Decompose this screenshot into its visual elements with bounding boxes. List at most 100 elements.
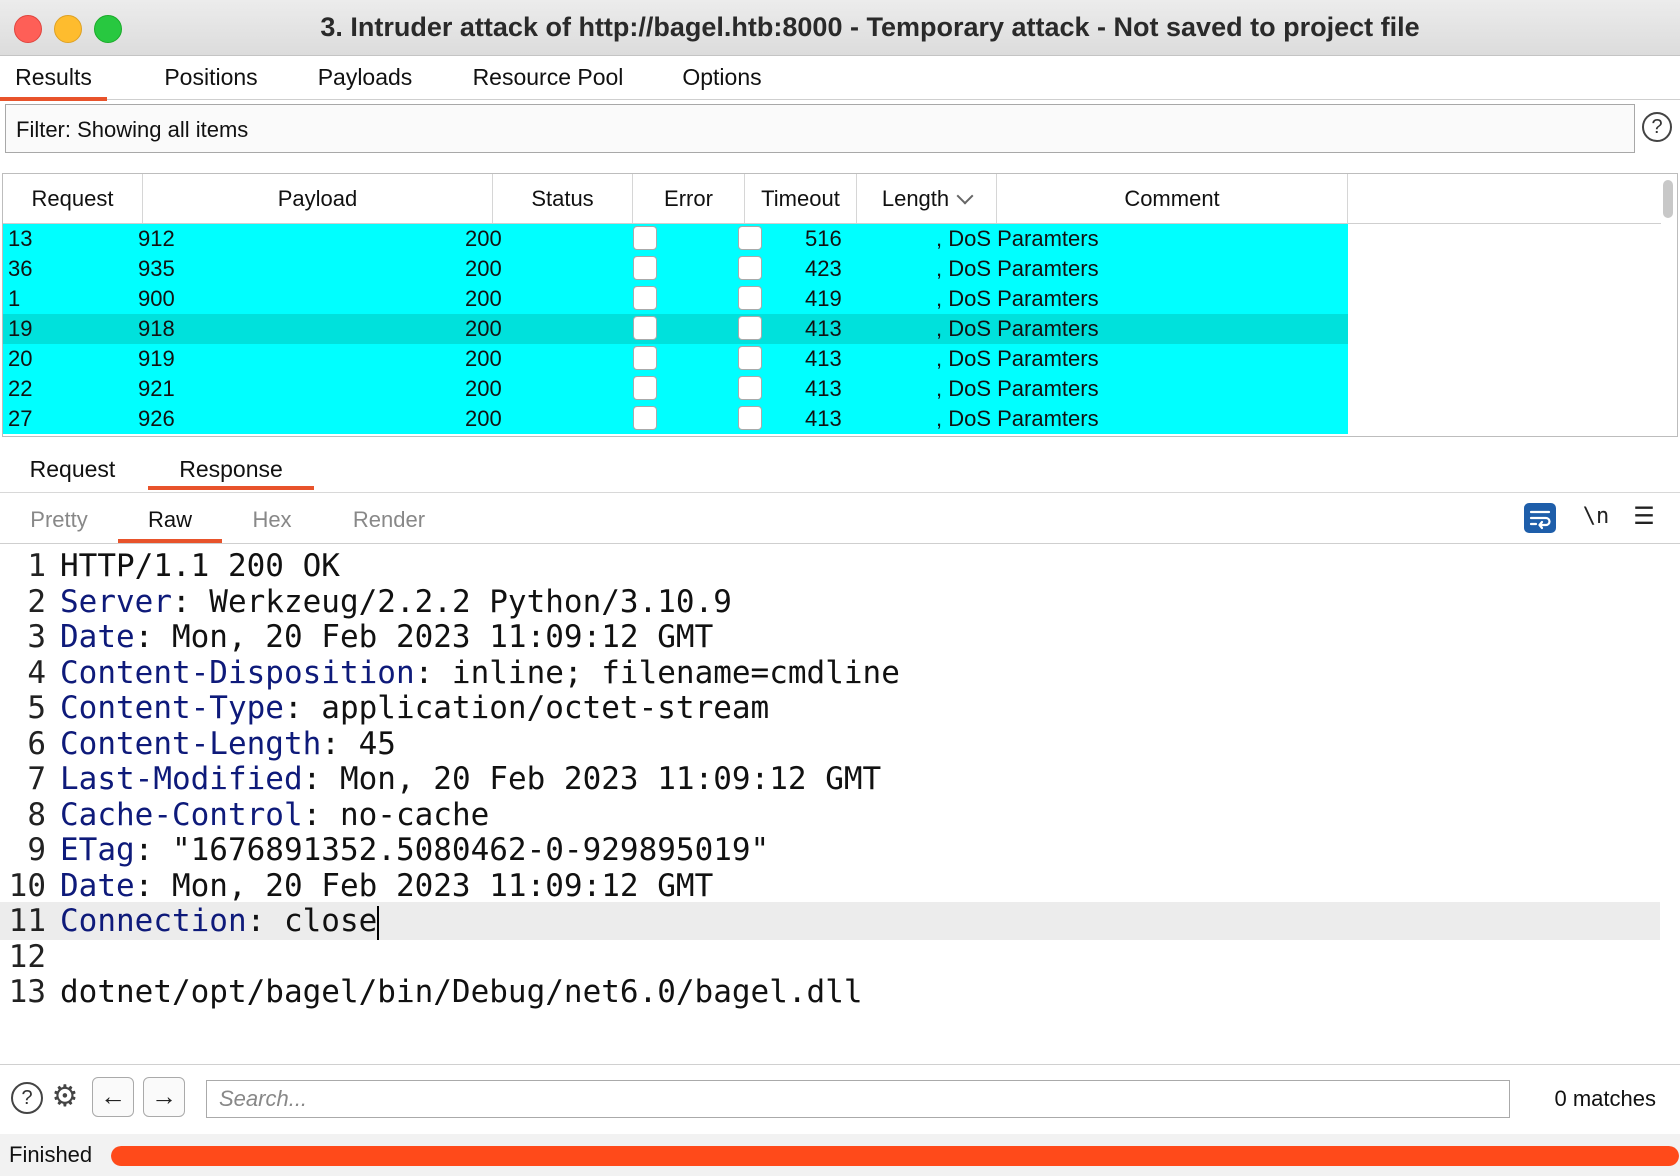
newline-toggle-button[interactable]: \n: [1580, 500, 1612, 534]
cell-status: 200: [465, 256, 502, 281]
code-line: 5 Content-Type: application/octet-stream: [0, 689, 1660, 727]
column-length[interactable]: Length: [857, 174, 997, 223]
line-number: 13: [8, 974, 46, 1010]
error-checkbox[interactable]: [633, 256, 657, 280]
progress-fill: [111, 1146, 1679, 1166]
arrow-left-icon[interactable]: ←: [92, 1077, 134, 1117]
tab-hex[interactable]: Hex: [222, 495, 322, 539]
cell-comment: , DoS Paramters: [936, 316, 1099, 341]
view-mode-tabs: Pretty Raw Hex Render: [0, 495, 1680, 544]
filter-bar[interactable]: Filter: Showing all items: [5, 104, 1635, 153]
tab-resource-pool[interactable]: Resource Pool: [464, 56, 632, 97]
header-value: : Mon, 20 Feb 2023 11:09:12 GMT: [134, 867, 714, 904]
header-name: Connection: [60, 903, 247, 939]
line-number: 6: [27, 725, 46, 762]
header-value: : close: [246, 903, 378, 939]
line-content: ETag: "1676891352.5080462-0-929895019": [60, 831, 769, 869]
error-checkbox[interactable]: [633, 376, 657, 400]
column-timeout[interactable]: Timeout: [745, 174, 857, 223]
table-row[interactable]: 19 918 200 413 , DoS Paramters: [3, 314, 1348, 344]
line-content: HTTP/1.1 200 OK: [60, 547, 340, 585]
code-line: 3 Date: Mon, 20 Feb 2023 11:09:12 GMT: [0, 618, 1660, 656]
cell-status: 200: [465, 226, 502, 251]
title-bar: 3. Intruder attack of http://bagel.htb:8…: [0, 0, 1680, 56]
timeout-checkbox[interactable]: [738, 286, 762, 310]
tab-options[interactable]: Options: [668, 56, 776, 97]
column-request[interactable]: Request: [3, 174, 143, 223]
error-checkbox[interactable]: [633, 226, 657, 250]
intruder-attack-window: 3. Intruder attack of http://bagel.htb:8…: [0, 0, 1680, 1176]
table-row[interactable]: 36 935 200 423 , DoS Paramters: [3, 254, 1348, 284]
line-number: 3: [27, 619, 46, 655]
table-row[interactable]: 20 919 200 413 , DoS Paramters: [3, 344, 1348, 374]
column-status[interactable]: Status: [493, 174, 633, 223]
error-checkbox[interactable]: [633, 406, 657, 430]
table-row[interactable]: 1 900 200 419 , DoS Paramters: [3, 284, 1348, 314]
tab-response[interactable]: Response: [148, 446, 314, 490]
code-line: 8 Cache-Control: no-cache: [0, 796, 1660, 834]
code-line: 1 HTTP/1.1 200 OK: [0, 547, 1660, 585]
timeout-checkbox[interactable]: [738, 346, 762, 370]
column-payload[interactable]: Payload: [143, 174, 493, 223]
timeout-checkbox[interactable]: [738, 406, 762, 430]
tab-positions[interactable]: Positions: [150, 56, 272, 97]
error-checkbox[interactable]: [633, 286, 657, 310]
timeout-checkbox[interactable]: [738, 316, 762, 340]
table-row[interactable]: 13 912 200 516 , DoS Paramters: [3, 224, 1348, 254]
line-content: Cache-Control: no-cache: [60, 796, 489, 834]
results-table: Request Payload Status Error Timeout Len…: [2, 173, 1678, 437]
cell-request: 20: [8, 346, 33, 371]
column-comment[interactable]: Comment: [997, 174, 1348, 223]
status-label: Finished: [9, 1142, 93, 1167]
timeout-checkbox[interactable]: [738, 376, 762, 400]
timeout-checkbox[interactable]: [738, 256, 762, 280]
table-scrollbar[interactable]: [1663, 180, 1673, 218]
table-row[interactable]: 22 921 200 413 , DoS Paramters: [3, 374, 1348, 404]
gear-icon[interactable]: ⚙: [48, 1080, 82, 1114]
column-length-label: Length: [881, 186, 950, 211]
cell-payload: 918: [138, 316, 175, 341]
header-value: : Werkzeug/2.2.2 Python/3.10.9: [171, 583, 732, 620]
attack-progress-bar: [111, 1146, 1679, 1166]
column-error[interactable]: Error: [633, 174, 745, 223]
search-input[interactable]: [206, 1080, 1510, 1118]
response-editor[interactable]: 1 HTTP/1.1 200 OK 2 Server: Werkzeug/2.2.2 …: [0, 546, 1680, 1064]
text-cursor: [377, 905, 380, 940]
tab-render[interactable]: Render: [336, 495, 442, 539]
code-line: 2 Server: Werkzeug/2.2.2 Python/3.10.9: [0, 583, 1660, 621]
cell-length: 413: [805, 346, 842, 371]
table-header: Request Payload Status Error Timeout Len…: [3, 174, 1661, 224]
header-name: Content-Length: [60, 725, 322, 762]
tab-payloads[interactable]: Payloads: [300, 56, 430, 97]
header-value: : 45: [321, 725, 396, 762]
tab-raw[interactable]: Raw: [118, 495, 222, 543]
header-value: : no-cache: [302, 796, 490, 833]
tab-results[interactable]: Results: [0, 56, 107, 101]
header-name: Content-Type: [60, 690, 284, 726]
arrow-right-icon[interactable]: →: [143, 1077, 185, 1117]
timeout-checkbox[interactable]: [738, 226, 762, 250]
question-circle-icon[interactable]: ?: [11, 1082, 43, 1114]
hamburger-menu-icon[interactable]: ☰: [1632, 500, 1656, 534]
cell-comment: , DoS Paramters: [936, 286, 1099, 311]
cell-comment: , DoS Paramters: [936, 226, 1099, 251]
cell-comment: , DoS Paramters: [936, 376, 1099, 401]
code-line: 11 Connection: close: [0, 902, 1660, 940]
cell-request: 22: [8, 376, 33, 401]
header-name: Content-Disposition: [60, 654, 415, 691]
question-circle-icon[interactable]: ?: [1642, 112, 1672, 142]
header-name: Cache-Control: [60, 796, 303, 833]
line-content: Content-Type: application/octet-stream: [60, 689, 769, 727]
table-row[interactable]: 27 926 200 413 , DoS Paramters: [3, 404, 1348, 434]
cell-status: 200: [465, 286, 502, 311]
cell-length: 419: [805, 286, 842, 311]
tab-pretty[interactable]: Pretty: [0, 495, 118, 539]
header-value: : application/octet-stream: [283, 690, 770, 726]
header-name: Date: [60, 619, 135, 655]
error-checkbox[interactable]: [633, 346, 657, 370]
line-number: 11: [8, 903, 46, 939]
word-wrap-icon[interactable]: [1524, 503, 1556, 533]
tab-request[interactable]: Request: [0, 446, 145, 486]
chevron-down-icon: [956, 187, 974, 205]
error-checkbox[interactable]: [633, 316, 657, 340]
